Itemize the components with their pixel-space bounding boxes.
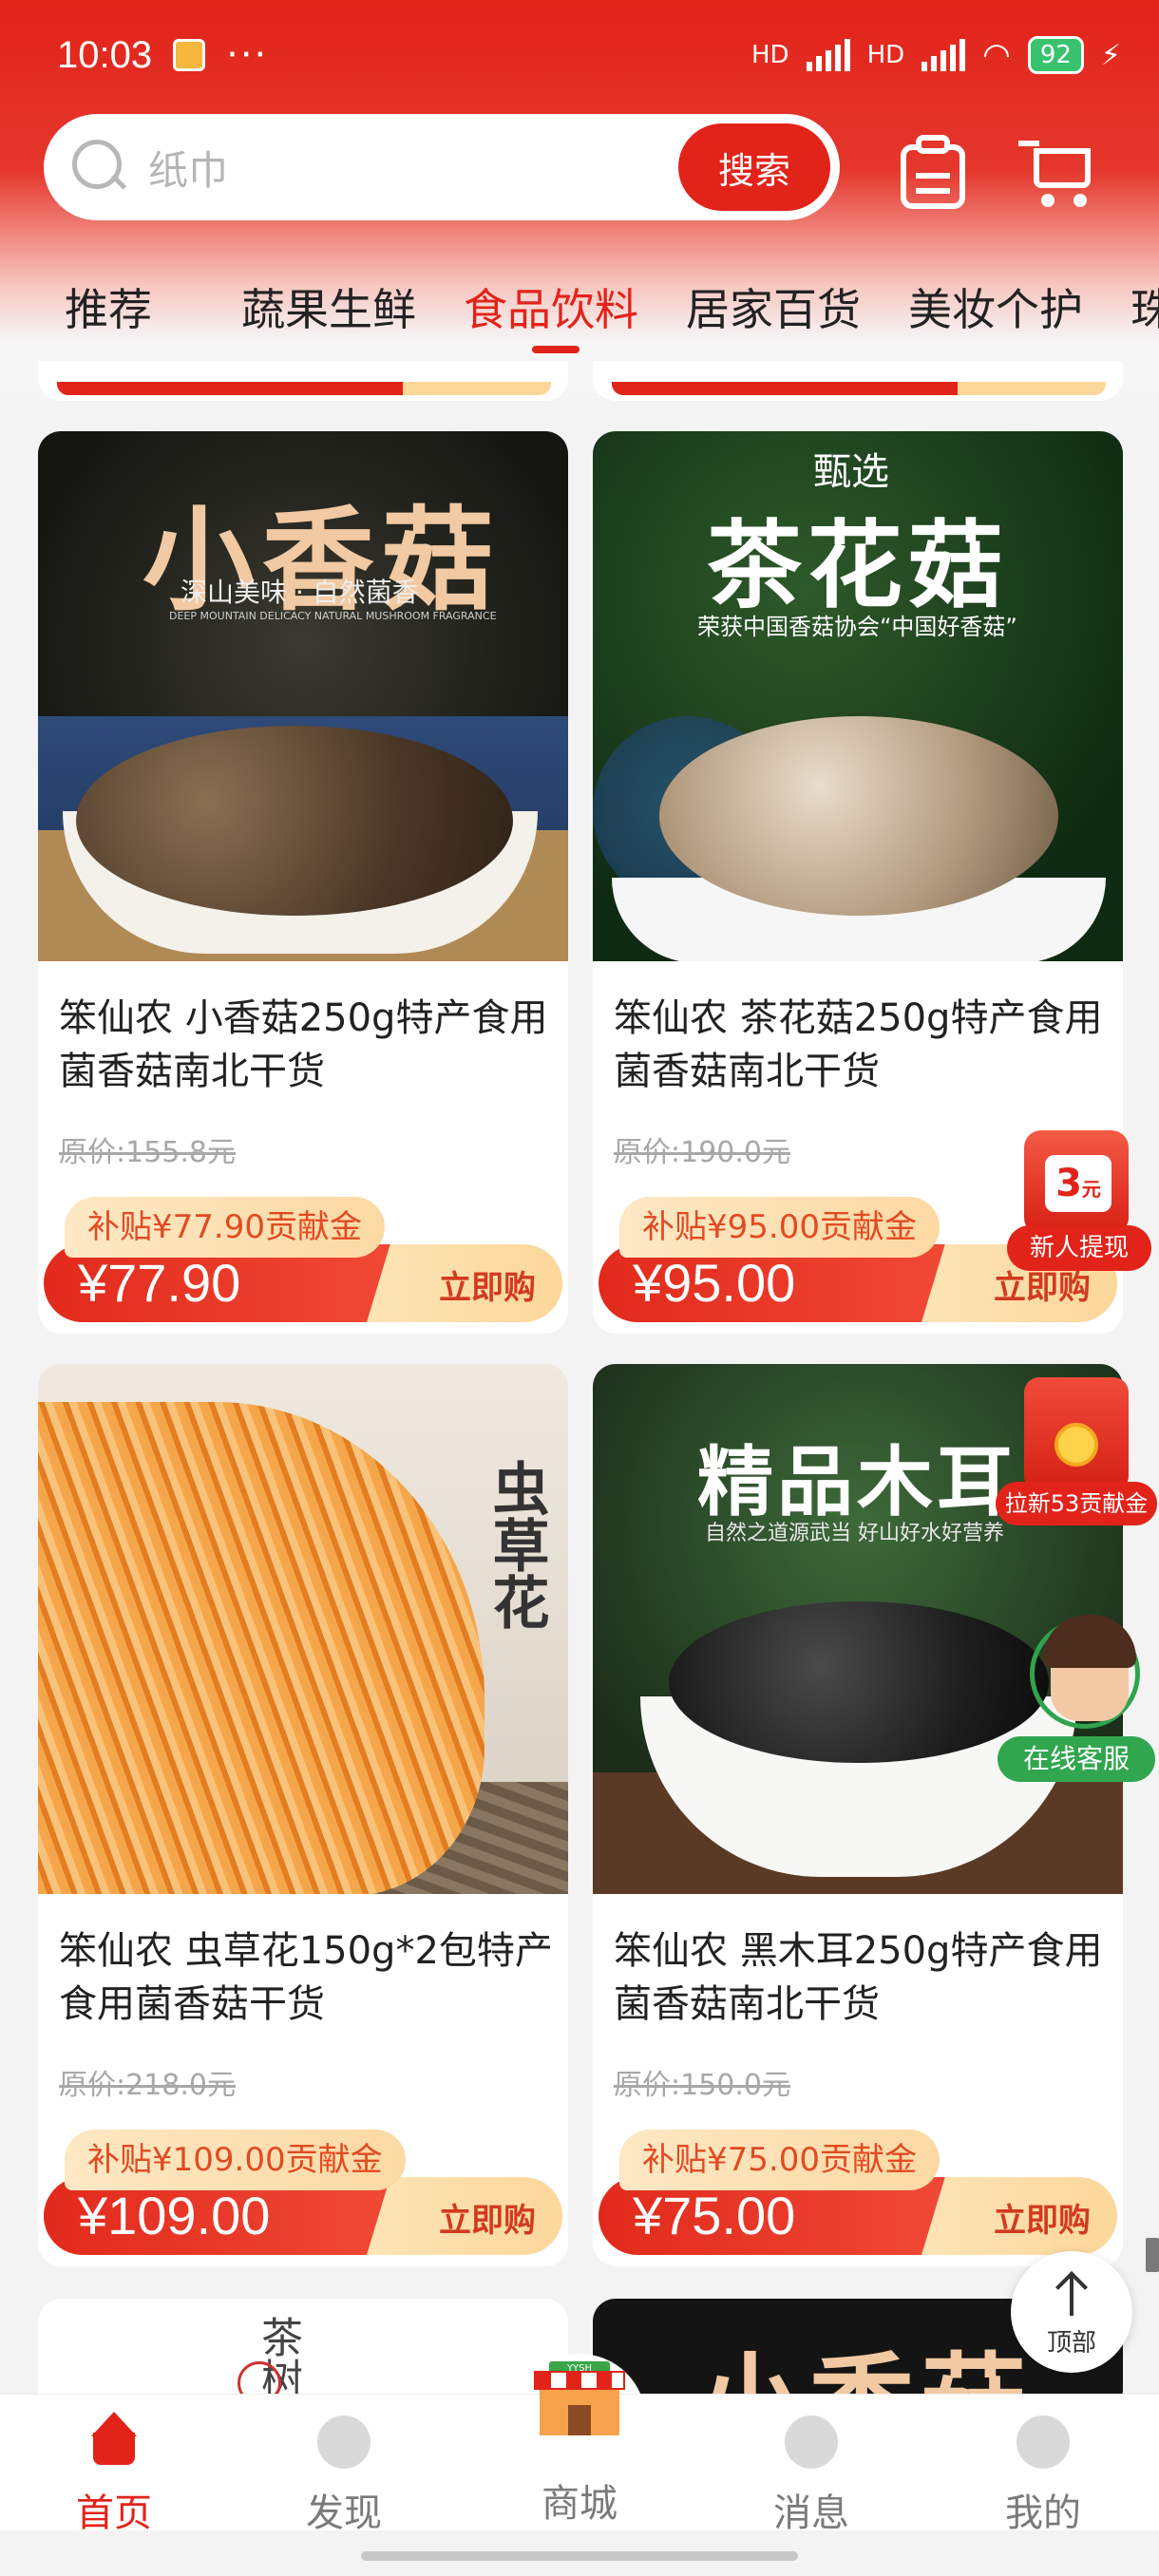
nav-mall-label: 商城 <box>542 2482 618 2526</box>
nav-profile[interactable]: 我的 <box>948 2395 1138 2535</box>
invite-reward-widget[interactable]: 拉新53贡献金 <box>996 1377 1157 1529</box>
cashout-unit: 元 <box>1081 1178 1101 1201</box>
nav-home[interactable]: 首页 <box>19 2395 209 2535</box>
original-price: 原价:190.0元 <box>614 1136 790 1169</box>
mall-store-icon[interactable]: YYSH <box>534 2361 625 2437</box>
signal-icon-2 <box>922 39 966 71</box>
subsidy-badge: 补贴¥109.00贡献金 <box>65 2130 406 2190</box>
home-icon <box>87 2412 141 2465</box>
online-service-label: 在线客服 <box>998 1736 1155 1782</box>
price: ¥75.00 <box>633 2186 796 2245</box>
more-notifications-icon: ··· <box>226 33 269 77</box>
coin-icon <box>1054 1423 1098 1467</box>
original-price: 原价:218.0元 <box>59 2069 236 2102</box>
notes-app-icon <box>173 39 206 71</box>
tab-jewelry[interactable]: 珠 <box>1130 275 1159 338</box>
buy-now-button[interactable]: 立即购 <box>439 1261 536 1308</box>
nav-profile-label: 我的 <box>1005 2491 1081 2535</box>
home-indicator[interactable] <box>361 2551 798 2561</box>
image-caption: DEEP MOUNTAIN DELICACY NATURAL MUSHROOM … <box>169 610 497 622</box>
network-hd-label-2: HD <box>866 41 905 69</box>
product-image: 小香菇 深山美味 · 自然菌香 DEEP MOUNTAIN DELICACY N… <box>38 431 568 961</box>
product-card-partial-top-right[interactable] <box>593 361 1123 401</box>
search-button[interactable]: 搜索 <box>678 123 830 211</box>
product-title[interactable]: 笨仙农 茶花菇250g特产食用菌香菇南北干货 <box>614 992 1108 1098</box>
arrow-up-icon <box>1070 2274 1074 2316</box>
subsidy-badge: 补贴¥75.00贡献金 <box>619 2130 940 2190</box>
subsidy-badge: 补贴¥95.00贡献金 <box>619 1197 940 1258</box>
user-icon <box>1016 2415 1070 2469</box>
price: ¥77.90 <box>78 1253 241 1313</box>
wifi-icon: ◠ <box>982 36 1011 74</box>
image-subtitle: 自然之道源武当 好山好水好营养 <box>705 1522 1004 1545</box>
back-to-top-label: 顶部 <box>1046 2329 1096 2358</box>
image-title: 虫草花 <box>483 1459 549 1630</box>
subsidy-badge: 补贴¥77.90贡献金 <box>65 1197 385 1258</box>
status-bar: 10:03 ··· HD HD ◠ 92 ⚡ <box>57 27 1121 84</box>
charging-icon: ⚡ <box>1100 38 1121 72</box>
nav-messages[interactable]: 消息 <box>716 2395 906 2535</box>
signal-icon-1 <box>806 39 850 71</box>
cart-icon[interactable] <box>1018 133 1094 209</box>
new-user-cashout-label: 新人提现 <box>1007 1225 1151 1271</box>
buy-now-button[interactable]: 立即购 <box>994 2194 1091 2241</box>
product-card-partial-top-left[interactable] <box>38 361 568 401</box>
nav-discover[interactable]: 发现 <box>249 2395 439 2535</box>
scrollbar[interactable] <box>1146 2238 1159 2272</box>
back-to-top-button[interactable]: 顶部 <box>1011 2251 1132 2373</box>
original-price: 原价:150.0元 <box>614 2069 790 2102</box>
status-icons: HD HD ◠ 92 ⚡ <box>751 36 1121 74</box>
product-title[interactable]: 笨仙农 小香菇250g特产食用菌香菇南北干货 <box>59 992 553 1098</box>
product-title[interactable]: 笨仙农 虫草花150g*2包特产食用菌香菇干货 <box>59 1924 553 2031</box>
product-card[interactable]: 小香菇 深山美味 · 自然菌香 DEEP MOUNTAIN DELICACY N… <box>38 431 568 1334</box>
tab-household[interactable]: 居家百货 <box>686 275 861 338</box>
battery-icon: 92 <box>1027 36 1084 74</box>
status-time: 10:03 <box>57 33 153 76</box>
orders-clipboard-icon[interactable] <box>895 133 971 209</box>
search-input[interactable]: 纸巾 <box>148 139 228 197</box>
tab-beauty[interactable]: 美妆个护 <box>908 275 1083 338</box>
search-icon <box>72 140 127 195</box>
cashout-amount: 3 <box>1055 1162 1082 1205</box>
tab-recommend[interactable]: 推荐 <box>65 275 152 338</box>
price: ¥95.00 <box>633 1253 796 1313</box>
product-image: 甄选 茶花菇 荣获中国香菇协会“中国好香菇” <box>593 431 1123 961</box>
product-card[interactable]: 虫草花 笨仙农 虫草花150g*2包特产食用菌香菇干货 原价:218.0元 ¥1… <box>38 1364 568 2266</box>
buy-now-button[interactable]: 立即购 <box>439 2194 536 2241</box>
image-title: 茶花菇 <box>707 509 1009 621</box>
chat-icon <box>785 2415 838 2469</box>
category-tabs: 推荐 蔬果生鲜 食品饮料 居家百货 美妆个护 珠 <box>0 275 1159 351</box>
product-image: 虫草花 <box>38 1364 568 1894</box>
product-title[interactable]: 笨仙农 黑木耳250g特产食用菌香菇南北干货 <box>614 1924 1108 2031</box>
network-hd-label-1: HD <box>751 41 789 69</box>
image-title: 精品木耳 <box>697 1437 1016 1526</box>
nav-home-label: 首页 <box>76 2491 152 2535</box>
online-service-widget[interactable]: 在线客服 <box>998 1615 1155 1786</box>
tab-food-drinks[interactable]: 食品饮料 <box>464 275 638 338</box>
play-icon <box>317 2415 370 2469</box>
nav-messages-label: 消息 <box>773 2491 849 2535</box>
nav-discover-label: 发现 <box>306 2491 382 2535</box>
search-bar[interactable]: 纸巾 搜索 <box>44 114 840 220</box>
image-subtitle: 深山美味 · 自然菌香 <box>180 577 419 608</box>
image-subtitle: 荣获中国香菇协会“中国好香菇” <box>697 614 1017 640</box>
price: ¥109.00 <box>78 2186 271 2245</box>
active-tab-indicator <box>532 346 580 353</box>
tab-fresh-produce[interactable]: 蔬果生鲜 <box>241 275 416 338</box>
invite-reward-label: 拉新53贡献金 <box>996 1482 1157 1525</box>
new-user-cashout-widget[interactable]: 3元 新人提现 <box>1007 1130 1151 1273</box>
original-price: 原价:155.8元 <box>59 1136 236 1169</box>
